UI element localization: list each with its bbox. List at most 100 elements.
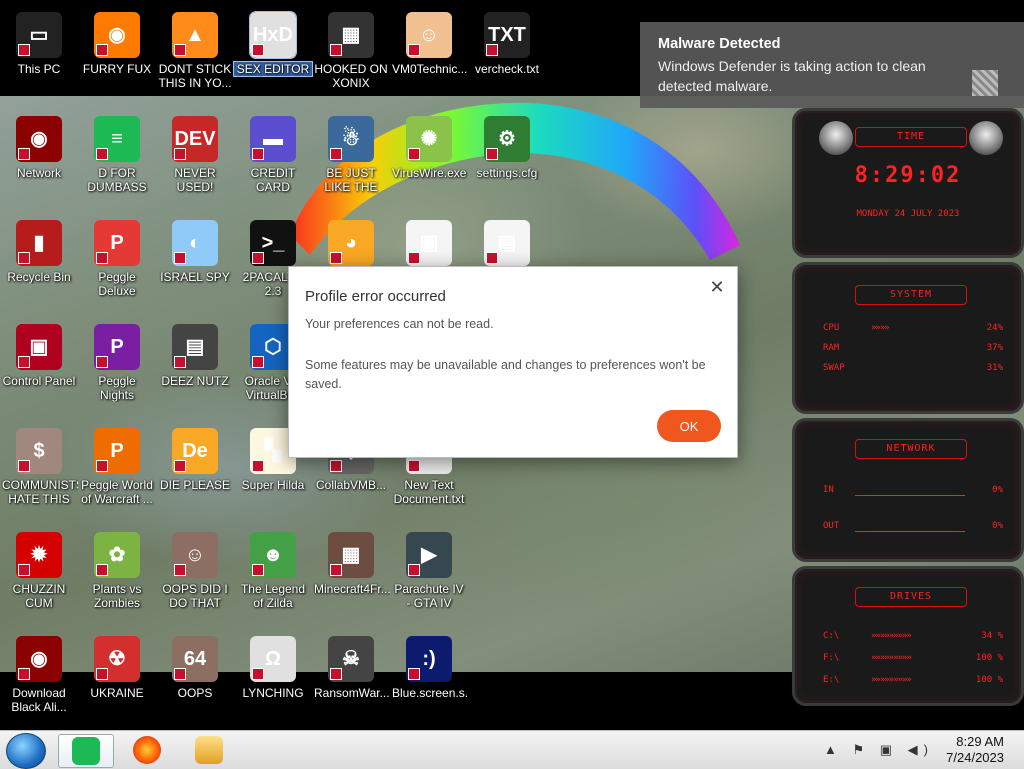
desktop-icon-peggle-world[interactable]: P Peggle World of Warcraft ... — [78, 422, 156, 522]
shortcut-badge-icon — [252, 252, 264, 264]
profile-error-dialog: Profile error occurred ✕ Your preference… — [288, 266, 738, 458]
desktop-icon-label: HOOKED ON XONIX — [314, 62, 388, 90]
desktop-icon-label: CollabVMB... — [315, 478, 387, 492]
desktop-icon-label: Blue.screen.s... — [392, 686, 468, 700]
desktop-icon-lynching[interactable]: Ω LYNCHING — [234, 630, 312, 730]
desktop-icon-label: OOPS DID I DO THAT — [162, 582, 228, 610]
desktop-icon-legend-of-zilda[interactable]: ☻ The Legend of Zilda — [234, 526, 312, 626]
desktop-icon-communists[interactable]: $ COMMUNISTS HATE THIS G... — [0, 422, 78, 522]
desktop-icon-oops-did-i[interactable]: ☺ OOPS DID I DO THAT — [156, 526, 234, 626]
drive-label: F:\ — [823, 653, 840, 663]
desktop-icon-label: This PC — [17, 62, 61, 76]
hooked-on-xonix-icon: ▦ — [328, 12, 374, 58]
ok-button[interactable]: OK — [657, 410, 721, 442]
drives-panel-title: DRIVES — [855, 587, 967, 607]
minecraft4fr-icon: ▦ — [328, 532, 374, 578]
icon-glyph: TXT — [488, 24, 526, 46]
desktop-icon-blue-screen[interactable]: :) Blue.screen.s... — [390, 630, 468, 730]
desktop-icon-d-for-dumbass[interactable]: ≡ D FOR DUMBASS — [78, 110, 156, 210]
ukraine-icon: ☢ — [94, 636, 140, 682]
start-button[interactable] — [6, 733, 46, 769]
swap-value: 31% — [986, 363, 1003, 373]
icon-glyph: ☠ — [342, 648, 360, 670]
desktop-icon-settings-cfg[interactable]: ⚙ settings.cfg — [468, 110, 546, 210]
desktop-icon-this-pc[interactable]: ▭ This PC — [0, 6, 78, 106]
green-app-icon — [72, 737, 100, 765]
network-out-graph — [855, 509, 965, 532]
icon-glyph: ✹ — [30, 544, 48, 566]
shortcut-badge-icon — [330, 564, 342, 576]
shortcut-badge-icon — [486, 44, 498, 56]
icon-glyph: Ω — [264, 648, 282, 670]
shortcut-badge-icon — [174, 460, 186, 472]
desktop-icon-peggle-nights[interactable]: P Peggle Nights Deluxe — [78, 318, 156, 418]
close-icon[interactable]: ✕ — [707, 277, 727, 297]
shortcut-badge-icon — [96, 44, 108, 56]
desktop-icon-recycle-bin[interactable]: ▮ Recycle Bin — [0, 214, 78, 314]
desktop-icon-label: BE JUST LIKE THE DUDE! — [324, 166, 378, 194]
icon-glyph: ▭ — [29, 24, 49, 46]
taskbar-app-spotify-like[interactable] — [58, 734, 114, 768]
taskbar-app-firefox[interactable] — [120, 734, 174, 766]
desktop-icon-control-panel[interactable]: ▣ Control Panel — [0, 318, 78, 418]
cpu-label: CPU — [823, 323, 840, 333]
malware-toast-notification[interactable]: Malware Detected Windows Defender is tak… — [640, 22, 1024, 108]
icon-glyph: ▦ — [341, 24, 361, 46]
network-in-label: IN — [823, 485, 834, 495]
desktop-icon-label: Recycle Bin — [7, 270, 71, 284]
viruswire-icon: ✺ — [406, 116, 452, 162]
desktop-icon-furry-fux[interactable]: ◉ FURRY FUX — [78, 6, 156, 106]
desktop-icon-plants-vs-zombies[interactable]: ✿ Plants vs Zombies — [78, 526, 156, 626]
desktop-icon-minecraft4fr[interactable]: ▦ Minecraft4Fr... — [312, 526, 390, 626]
system-panel-title: SYSTEM — [855, 285, 967, 305]
desktop-icon-credit-card[interactable]: ▬ CREDIT CARD CHECKER — [234, 110, 312, 210]
desktop-icon-be-just-like[interactable]: ☃ BE JUST LIKE THE DUDE! — [312, 110, 390, 210]
desktop-icon-label: DONT STICK THIS IN YO... — [158, 62, 232, 90]
desktop-icon-oops[interactable]: 64 OOPS — [156, 630, 234, 730]
taskbar-app-explorer[interactable] — [182, 734, 236, 766]
desktop-icon-label: UKRAINE — [90, 686, 144, 700]
icon-glyph: ⬡ — [264, 336, 282, 358]
system-tray-icons[interactable]: ▲ ⚑ ▣ ◀) — [824, 742, 934, 758]
desktop-icon-label: Peggle World of Warcraft ... — [81, 478, 153, 506]
desktop-icon-die-please[interactable]: De DIE PLEASE — [156, 422, 234, 522]
desktop-icon-network[interactable]: ◉ Network — [0, 110, 78, 210]
taskbar-date: 7/24/2023 — [946, 750, 1004, 765]
desktop-icon-ransomwar[interactable]: ☠ RansomWar... — [312, 630, 390, 730]
drive-value: 100 % — [975, 675, 1003, 685]
desktop-icon-sex-editor[interactable]: HxD SEX EDITOR — [233, 6, 313, 106]
desktop-icon-viruswire[interactable]: ✺ VirusWire.exe — [390, 110, 468, 210]
desktop-icon-israel-spy[interactable]: ◐ ISRAEL SPY — [156, 214, 234, 314]
desktop-icon-ukraine[interactable]: ☢ UKRAINE — [78, 630, 156, 730]
dialog-message-line1: Your preferences can not be read. — [305, 317, 494, 331]
dialog-title: Profile error occurred — [305, 288, 446, 305]
alien-head-icon — [969, 121, 1003, 155]
desktop-icon-vercheck[interactable]: TXT vercheck.txt — [468, 6, 546, 106]
desktop-icon-label: VM0Technic... — [392, 62, 468, 76]
icon-glyph: ⚙ — [498, 128, 516, 150]
desktop-icon-label: CHUZZIN CUM — [12, 582, 66, 610]
icon-glyph: ▚ — [265, 440, 281, 462]
shortcut-badge-icon — [96, 564, 108, 576]
desktop-icon-never-used[interactable]: DEV NEVER USED! — [156, 110, 234, 210]
desktop-icon-label: Peggle Deluxe — [98, 270, 136, 298]
desktop-icon-peggle-deluxe[interactable]: P Peggle Deluxe — [78, 214, 156, 314]
icon-glyph: HxD — [252, 24, 293, 46]
desktop-icon-chuzzin-cum[interactable]: ✹ CHUZZIN CUM — [0, 526, 78, 626]
desktop-icon-vm0technic[interactable]: ☺ VM0Technic... — [390, 6, 468, 106]
desktop-icon-parachute-iv[interactable]: ▶ Parachute IV - GTA IV Scrip... — [390, 526, 468, 626]
shortcut-badge-icon — [18, 668, 30, 680]
cpu-bar: »»»» — [871, 323, 890, 333]
desktop-icon-download-black[interactable]: ◉ Download Black Ali... — [0, 630, 78, 730]
communists-icon: $ — [16, 428, 62, 474]
peggle-world-icon: P — [94, 428, 140, 474]
shortcut-badge-icon — [408, 564, 420, 576]
system-monitor-gadget: TIME 8:29:02 MONDAY 24 JULY 2023 SYSTEM … — [792, 108, 1024, 708]
shortcut-badge-icon — [174, 668, 186, 680]
icon-glyph: ▤ — [497, 232, 517, 254]
desktop-icon-hooked-on-xonix[interactable]: ▦ HOOKED ON XONIX — [312, 6, 390, 106]
ram-label: RAM — [823, 343, 840, 353]
taskbar-clock[interactable]: 8:29 AM 7/24/2023 — [946, 734, 1004, 766]
desktop-icon-deez-nutz[interactable]: ▤ DEEZ NUTZ — [156, 318, 234, 418]
desktop-icon-dont-stick[interactable]: ▲ DONT STICK THIS IN YO... — [156, 6, 234, 106]
